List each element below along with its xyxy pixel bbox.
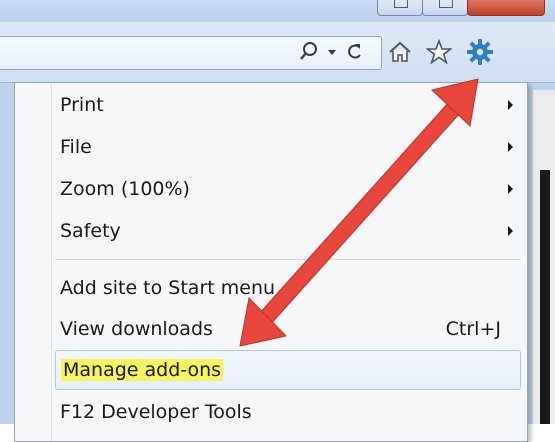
- window-controls: [377, 0, 545, 16]
- refresh-icon[interactable]: [345, 41, 363, 63]
- maximize-icon: [439, 0, 453, 8]
- menu-item-label: Safety: [60, 220, 121, 242]
- tools-menu: Print File Zoom (100%) Safety Add site t…: [14, 82, 528, 442]
- menu-item-label: Add site to Start menu: [60, 277, 276, 299]
- scrollbar-thumb[interactable]: [540, 170, 550, 424]
- menu-item-label: Print: [60, 94, 104, 116]
- submenu-arrow-icon: [508, 142, 513, 152]
- menu-item-file[interactable]: File: [55, 127, 521, 167]
- menu-gutter: [51, 83, 53, 441]
- minimize-button[interactable]: [377, 0, 423, 16]
- dropdown-icon[interactable]: [327, 41, 337, 63]
- submenu-arrow-icon: [508, 226, 513, 236]
- menu-item-zoom[interactable]: Zoom (100%): [55, 169, 521, 209]
- submenu-arrow-icon: [508, 100, 513, 110]
- menu-item-manage-add-ons[interactable]: Manage add-ons: [55, 350, 521, 390]
- menu-item-label: Manage add-ons: [61, 359, 224, 381]
- menu-item-print[interactable]: Print: [55, 85, 521, 125]
- toolbar: [0, 22, 555, 83]
- menu-item-shortcut: Ctrl+J: [445, 318, 501, 340]
- menu-separator: [55, 259, 521, 261]
- favorites-star-icon[interactable]: [426, 39, 452, 65]
- minimize-icon: [394, 0, 408, 8]
- menu-item-label: View downloads: [60, 318, 213, 340]
- menu-item-label: Zoom (100%): [60, 178, 190, 200]
- menu-item-safety[interactable]: Safety: [55, 211, 521, 251]
- address-bar[interactable]: [0, 36, 382, 70]
- tools-gear-icon[interactable]: [466, 38, 494, 66]
- close-icon: [484, 0, 496, 6]
- menu-item-label: File: [60, 136, 92, 158]
- menu-item-label: F12 Developer Tools: [60, 401, 252, 423]
- submenu-arrow-icon: [508, 184, 513, 194]
- search-icon[interactable]: [299, 41, 319, 63]
- title-bar: [0, 0, 555, 22]
- maximize-button[interactable]: [422, 0, 468, 16]
- menu-item-f12-developer-tools[interactable]: F12 Developer Tools: [55, 392, 521, 432]
- menu-item-add-site-to-start-menu[interactable]: Add site to Start menu: [55, 268, 521, 308]
- home-icon[interactable]: [388, 40, 412, 64]
- close-button[interactable]: [467, 0, 545, 16]
- menu-item-view-downloads[interactable]: View downloads Ctrl+J: [55, 309, 521, 349]
